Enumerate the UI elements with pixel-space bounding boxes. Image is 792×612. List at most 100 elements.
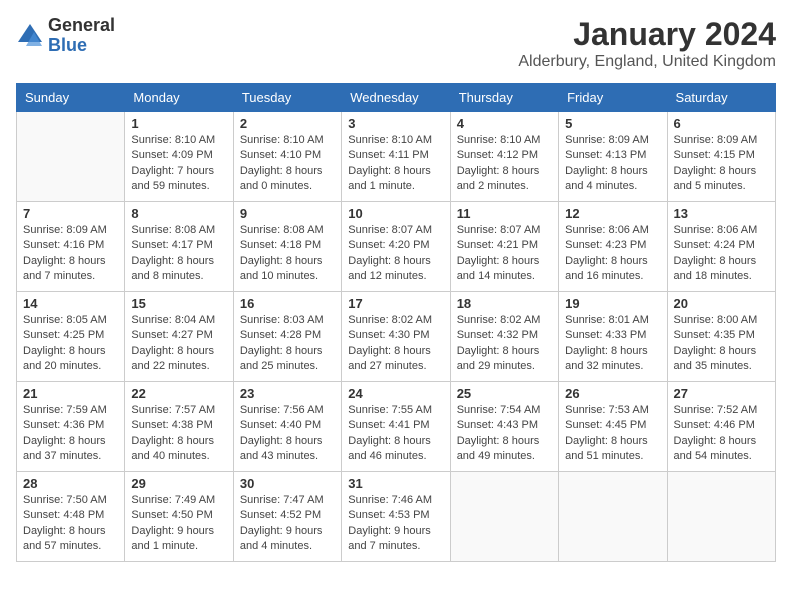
day-info: Sunrise: 7:59 AM Sunset: 4:36 PM Dayligh…: [23, 403, 118, 465]
calendar-day-cell: 18 Sunrise: 8:02 AM Sunset: 4:32 PM Dayl…: [450, 292, 558, 382]
calendar-day-cell: 14 Sunrise: 8:05 AM Sunset: 4:25 PM Dayl…: [17, 292, 125, 382]
sunrise-text: Sunrise: 8:06 AM: [565, 223, 660, 238]
daylight-text: Daylight: 8 hours and 46 minutes.: [348, 434, 443, 465]
day-info: Sunrise: 7:57 AM Sunset: 4:38 PM Dayligh…: [131, 403, 226, 465]
calendar-day-cell: 27 Sunrise: 7:52 AM Sunset: 4:46 PM Dayl…: [667, 382, 775, 472]
sunset-text: Sunset: 4:43 PM: [457, 418, 552, 433]
logo-icon: [16, 22, 44, 50]
daylight-text: Daylight: 8 hours and 54 minutes.: [674, 434, 769, 465]
month-year-title: January 2024: [518, 16, 776, 53]
page-header: General Blue January 2024 Alderbury, Eng…: [16, 16, 776, 71]
daylight-text: Daylight: 8 hours and 7 minutes.: [23, 254, 118, 285]
sunrise-text: Sunrise: 8:07 AM: [348, 223, 443, 238]
calendar-day-cell: 25 Sunrise: 7:54 AM Sunset: 4:43 PM Dayl…: [450, 382, 558, 472]
calendar-day-cell: 21 Sunrise: 7:59 AM Sunset: 4:36 PM Dayl…: [17, 382, 125, 472]
calendar-week-row: 1 Sunrise: 8:10 AM Sunset: 4:09 PM Dayli…: [17, 112, 776, 202]
day-number: 6: [674, 116, 769, 131]
day-info: Sunrise: 8:10 AM Sunset: 4:12 PM Dayligh…: [457, 133, 552, 195]
logo-blue-text: Blue: [48, 36, 115, 56]
calendar-day-cell: 1 Sunrise: 8:10 AM Sunset: 4:09 PM Dayli…: [125, 112, 233, 202]
daylight-text: Daylight: 9 hours and 1 minute.: [131, 524, 226, 555]
sunset-text: Sunset: 4:25 PM: [23, 328, 118, 343]
calendar-day-cell: 3 Sunrise: 8:10 AM Sunset: 4:11 PM Dayli…: [342, 112, 450, 202]
day-number: 15: [131, 296, 226, 311]
daylight-text: Daylight: 8 hours and 18 minutes.: [674, 254, 769, 285]
calendar-day-cell: 13 Sunrise: 8:06 AM Sunset: 4:24 PM Dayl…: [667, 202, 775, 292]
day-info: Sunrise: 7:50 AM Sunset: 4:48 PM Dayligh…: [23, 493, 118, 555]
daylight-text: Daylight: 8 hours and 8 minutes.: [131, 254, 226, 285]
calendar-day-cell: 2 Sunrise: 8:10 AM Sunset: 4:10 PM Dayli…: [233, 112, 341, 202]
sunset-text: Sunset: 4:12 PM: [457, 148, 552, 163]
sunrise-text: Sunrise: 8:07 AM: [457, 223, 552, 238]
sunrise-text: Sunrise: 8:08 AM: [240, 223, 335, 238]
day-info: Sunrise: 8:04 AM Sunset: 4:27 PM Dayligh…: [131, 313, 226, 375]
sunset-text: Sunset: 4:46 PM: [674, 418, 769, 433]
day-number: 3: [348, 116, 443, 131]
sunset-text: Sunset: 4:35 PM: [674, 328, 769, 343]
sunset-text: Sunset: 4:28 PM: [240, 328, 335, 343]
day-number: 8: [131, 206, 226, 221]
calendar-day-cell: 15 Sunrise: 8:04 AM Sunset: 4:27 PM Dayl…: [125, 292, 233, 382]
day-number: 13: [674, 206, 769, 221]
calendar-day-cell: 11 Sunrise: 8:07 AM Sunset: 4:21 PM Dayl…: [450, 202, 558, 292]
day-number: 1: [131, 116, 226, 131]
calendar-day-cell: 30 Sunrise: 7:47 AM Sunset: 4:52 PM Dayl…: [233, 472, 341, 562]
day-info: Sunrise: 8:00 AM Sunset: 4:35 PM Dayligh…: [674, 313, 769, 375]
logo-general-text: General: [48, 16, 115, 36]
sunrise-text: Sunrise: 7:59 AM: [23, 403, 118, 418]
sunrise-text: Sunrise: 7:55 AM: [348, 403, 443, 418]
day-info: Sunrise: 7:47 AM Sunset: 4:52 PM Dayligh…: [240, 493, 335, 555]
calendar-day-cell: [17, 112, 125, 202]
day-number: 17: [348, 296, 443, 311]
daylight-text: Daylight: 8 hours and 4 minutes.: [565, 164, 660, 195]
sunset-text: Sunset: 4:16 PM: [23, 238, 118, 253]
calendar-header-row: SundayMondayTuesdayWednesdayThursdayFrid…: [17, 84, 776, 112]
day-number: 19: [565, 296, 660, 311]
calendar-day-cell: 26 Sunrise: 7:53 AM Sunset: 4:45 PM Dayl…: [559, 382, 667, 472]
sunset-text: Sunset: 4:13 PM: [565, 148, 660, 163]
sunset-text: Sunset: 4:38 PM: [131, 418, 226, 433]
sunset-text: Sunset: 4:27 PM: [131, 328, 226, 343]
sunrise-text: Sunrise: 8:09 AM: [23, 223, 118, 238]
calendar-week-row: 28 Sunrise: 7:50 AM Sunset: 4:48 PM Dayl…: [17, 472, 776, 562]
daylight-text: Daylight: 9 hours and 4 minutes.: [240, 524, 335, 555]
sunrise-text: Sunrise: 8:03 AM: [240, 313, 335, 328]
sunrise-text: Sunrise: 7:50 AM: [23, 493, 118, 508]
calendar-week-row: 21 Sunrise: 7:59 AM Sunset: 4:36 PM Dayl…: [17, 382, 776, 472]
day-info: Sunrise: 8:07 AM Sunset: 4:20 PM Dayligh…: [348, 223, 443, 285]
sunset-text: Sunset: 4:24 PM: [674, 238, 769, 253]
sunset-text: Sunset: 4:48 PM: [23, 508, 118, 523]
day-info: Sunrise: 7:54 AM Sunset: 4:43 PM Dayligh…: [457, 403, 552, 465]
sunset-text: Sunset: 4:09 PM: [131, 148, 226, 163]
sunset-text: Sunset: 4:21 PM: [457, 238, 552, 253]
sunrise-text: Sunrise: 8:10 AM: [348, 133, 443, 148]
day-info: Sunrise: 8:10 AM Sunset: 4:09 PM Dayligh…: [131, 133, 226, 195]
calendar-day-cell: 28 Sunrise: 7:50 AM Sunset: 4:48 PM Dayl…: [17, 472, 125, 562]
day-number: 2: [240, 116, 335, 131]
daylight-text: Daylight: 8 hours and 35 minutes.: [674, 344, 769, 375]
calendar-day-cell: 5 Sunrise: 8:09 AM Sunset: 4:13 PM Dayli…: [559, 112, 667, 202]
sunset-text: Sunset: 4:33 PM: [565, 328, 660, 343]
calendar-day-cell: 20 Sunrise: 8:00 AM Sunset: 4:35 PM Dayl…: [667, 292, 775, 382]
day-of-week-header: Monday: [125, 84, 233, 112]
daylight-text: Daylight: 7 hours and 59 minutes.: [131, 164, 226, 195]
day-of-week-header: Wednesday: [342, 84, 450, 112]
title-section: January 2024 Alderbury, England, United …: [518, 16, 776, 71]
sunrise-text: Sunrise: 8:00 AM: [674, 313, 769, 328]
day-info: Sunrise: 7:53 AM Sunset: 4:45 PM Dayligh…: [565, 403, 660, 465]
day-number: 9: [240, 206, 335, 221]
sunset-text: Sunset: 4:17 PM: [131, 238, 226, 253]
day-of-week-header: Thursday: [450, 84, 558, 112]
calendar-week-row: 14 Sunrise: 8:05 AM Sunset: 4:25 PM Dayl…: [17, 292, 776, 382]
logo: General Blue: [16, 16, 115, 56]
daylight-text: Daylight: 8 hours and 57 minutes.: [23, 524, 118, 555]
day-number: 21: [23, 386, 118, 401]
day-number: 25: [457, 386, 552, 401]
sunset-text: Sunset: 4:45 PM: [565, 418, 660, 433]
calendar-day-cell: 17 Sunrise: 8:02 AM Sunset: 4:30 PM Dayl…: [342, 292, 450, 382]
sunset-text: Sunset: 4:23 PM: [565, 238, 660, 253]
day-number: 4: [457, 116, 552, 131]
day-of-week-header: Sunday: [17, 84, 125, 112]
sunrise-text: Sunrise: 8:08 AM: [131, 223, 226, 238]
daylight-text: Daylight: 9 hours and 7 minutes.: [348, 524, 443, 555]
